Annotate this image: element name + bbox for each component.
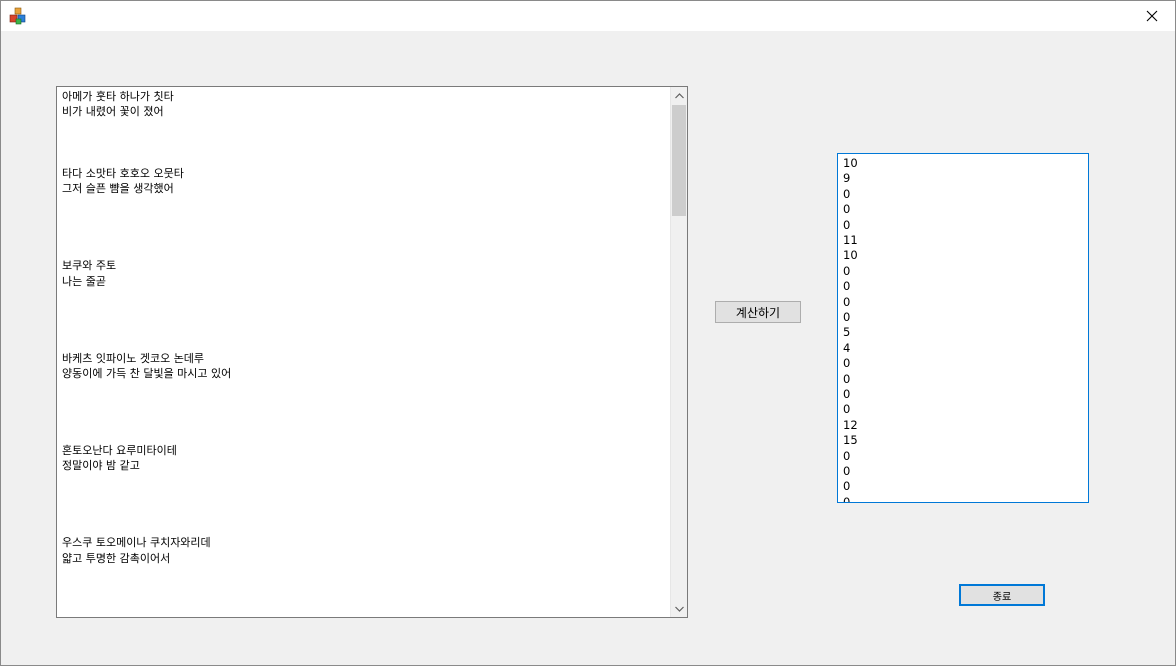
- list-item[interactable]: 11: [843, 233, 858, 248]
- list-item[interactable]: 10: [843, 248, 858, 263]
- lyrics-line: [62, 505, 672, 520]
- lyrics-line: [62, 151, 672, 166]
- list-item[interactable]: 0: [843, 449, 850, 464]
- list-item[interactable]: 0: [843, 402, 850, 417]
- chevron-up-icon: [674, 92, 684, 98]
- lyrics-line: 그저 슬픈 뺨을 생각했어: [62, 182, 174, 196]
- lyrics-line: [62, 381, 672, 396]
- lyrics-line: 정말이야 밤 같고: [62, 459, 140, 473]
- lyrics-line: [62, 412, 672, 427]
- scroll-down-arrow[interactable]: [671, 600, 687, 617]
- list-item[interactable]: 0: [843, 387, 850, 402]
- lyrics-line: [62, 489, 672, 504]
- list-item[interactable]: 0: [843, 202, 850, 217]
- scroll-thumb[interactable]: [672, 105, 686, 216]
- lyrics-line: [62, 320, 672, 335]
- close-button[interactable]: [1129, 1, 1175, 31]
- lyrics-text: 아메가 훗타 하나가 칫타비가 내렸어 꽃이 졌어타다 소맛타 호호오 오뭇타그…: [62, 89, 672, 617]
- list-item[interactable]: 0: [843, 187, 850, 202]
- lyrics-line: 아메가 훗타 하나가 칫타: [62, 90, 174, 103]
- lyrics-line: [62, 474, 672, 489]
- lyrics-line: [62, 428, 672, 443]
- title-bar: [1, 1, 1175, 31]
- exit-button[interactable]: 종료: [959, 584, 1045, 606]
- lyrics-line: [62, 197, 672, 212]
- lyrics-line: 나는 줄곧: [62, 274, 106, 288]
- lyrics-line: [62, 304, 672, 319]
- list-item[interactable]: 0: [843, 356, 850, 371]
- list-item[interactable]: 0: [843, 264, 850, 279]
- result-listbox[interactable]: 1090001110000054000012150000117: [837, 153, 1089, 503]
- main-window: 아메가 훗타 하나가 칫타비가 내렸어 꽃이 졌어타다 소맛타 호호오 오뭇타그…: [0, 0, 1176, 666]
- lyrics-textbox[interactable]: 아메가 훗타 하나가 칫타비가 내렸어 꽃이 졌어타다 소맛타 호호오 오뭇타그…: [56, 86, 688, 618]
- lyrics-line: [62, 397, 672, 412]
- lyrics-line: 보쿠와 주토: [62, 259, 117, 273]
- lyrics-line: [62, 335, 672, 350]
- list-item[interactable]: 5: [843, 325, 850, 340]
- list-item[interactable]: 0: [843, 310, 850, 325]
- list-item[interactable]: 0: [843, 372, 850, 387]
- list-item[interactable]: 12: [843, 418, 858, 433]
- lyrics-line: [62, 597, 672, 612]
- lyrics-line: [62, 243, 672, 258]
- lyrics-line: 우스쿠 토오메이나 쿠치자와리데: [62, 536, 211, 550]
- lyrics-line: [62, 289, 672, 304]
- lyrics-line: [62, 520, 672, 535]
- list-item[interactable]: 0: [843, 464, 850, 479]
- list-item[interactable]: 10: [843, 156, 858, 171]
- lyrics-line: 양동이에 가득 찬 달빛을 마시고 있어: [62, 367, 232, 381]
- lyrics-line: [62, 212, 672, 227]
- list-item[interactable]: 15: [843, 433, 858, 448]
- list-item[interactable]: 0: [843, 479, 850, 494]
- scroll-up-arrow[interactable]: [671, 87, 687, 104]
- close-icon: [1146, 10, 1158, 22]
- app-cubes-icon: [9, 7, 27, 25]
- list-item[interactable]: 0: [843, 295, 850, 310]
- calculate-button[interactable]: 계산하기: [715, 301, 801, 323]
- lyrics-line: [62, 612, 672, 617]
- lyrics-line: 바케츠 잇파이노 겟코오 논데루: [62, 351, 205, 365]
- lyrics-line: 타다 소맛타 호호오 오뭇타: [62, 166, 184, 180]
- list-item[interactable]: 0: [843, 218, 850, 233]
- lyrics-line: [62, 228, 672, 243]
- lyrics-line: 혼토오난다 요루미타이테: [62, 443, 177, 457]
- lyrics-line: [62, 582, 672, 597]
- list-item[interactable]: 0: [843, 279, 850, 294]
- list-item[interactable]: 4: [843, 341, 850, 356]
- lyrics-line: [62, 120, 672, 135]
- lyrics-line: [62, 135, 672, 150]
- lyrics-line: [62, 566, 672, 581]
- lyrics-line: 얇고 투명한 감촉이어서: [62, 551, 171, 565]
- list-item[interactable]: 0: [843, 495, 850, 502]
- lyrics-line: 비가 내렸어 꽃이 졌어: [62, 105, 164, 119]
- vertical-scrollbar[interactable]: [670, 87, 687, 617]
- chevron-down-icon: [674, 606, 684, 612]
- list-item[interactable]: 9: [843, 171, 850, 186]
